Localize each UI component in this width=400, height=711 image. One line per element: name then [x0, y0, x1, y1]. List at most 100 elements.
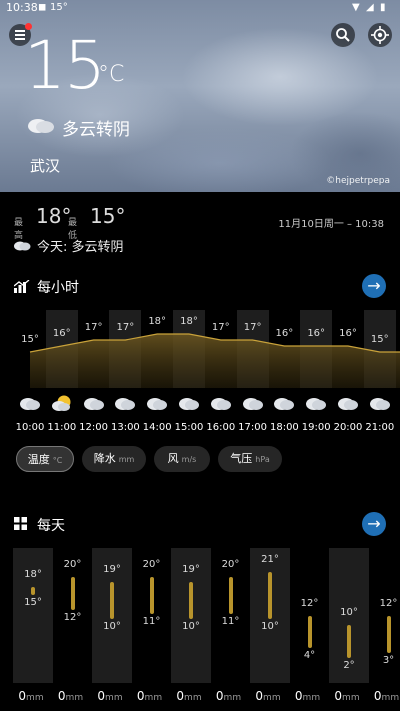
hourly-temperature-chart	[29, 333, 400, 388]
day-low-temp: 4°	[303, 650, 316, 662]
hour-temperature: 16°	[307, 328, 326, 339]
battery-icon: ▮	[380, 2, 386, 13]
precipitation-value: 0	[18, 689, 27, 703]
day-temp-range-bar	[268, 572, 272, 620]
day-temp-range-bar	[110, 581, 114, 620]
hour-time: 14:00	[142, 422, 172, 433]
hour-temperature: 16°	[275, 328, 294, 339]
day-temp-range-bar	[307, 615, 312, 649]
day-precipitation: 0mm	[248, 689, 288, 703]
hour-time: 19:00	[301, 422, 331, 433]
photo-credit[interactable]: ©hejpetrpepa	[326, 176, 390, 186]
cloud-icon	[268, 394, 300, 416]
cloud-icon	[205, 394, 237, 416]
chip-1[interactable]: 降水 mm	[82, 446, 146, 472]
chip-unit: m/s	[181, 455, 197, 464]
date-time: 11月10日周一 – 10:38	[278, 219, 384, 230]
chip-2[interactable]: 风 m/s	[154, 446, 210, 472]
hour-time: 15:00	[174, 422, 204, 433]
hour-time: 12:00	[79, 422, 108, 433]
cloud-icon	[332, 394, 364, 416]
sun-cloud-icon	[46, 394, 78, 416]
day-precipitation: 0mm	[51, 689, 91, 703]
hour-temperature: 15°	[21, 334, 39, 345]
today-summary: 今天: 多云转阴	[37, 240, 124, 255]
hour-temperature: 17°	[211, 322, 230, 333]
search-icon	[336, 28, 350, 42]
precipitation-unit: mm	[184, 693, 202, 703]
precipitation-unit: mm	[381, 693, 400, 703]
precipitation-value: 0	[334, 689, 343, 703]
status-time: 10:38	[6, 1, 38, 14]
notification-icon: ◼	[38, 2, 47, 13]
precipitation-unit: mm	[342, 693, 360, 703]
hour-temperature: 17°	[84, 322, 103, 333]
cloud-icon	[173, 394, 205, 416]
day-precipitation: 0mm	[327, 689, 367, 703]
day-low-temp: 10°	[103, 621, 121, 633]
day-low-temp: 12°	[63, 611, 82, 623]
hour-temperature: 17°	[243, 322, 262, 333]
low-value: 15°	[90, 204, 126, 228]
precipitation-value: 0	[136, 689, 145, 703]
wifi-icon: ▼	[352, 2, 360, 13]
precipitation-value: 0	[294, 689, 303, 703]
hourly-more-button[interactable]: →	[362, 274, 386, 298]
hour-time: 13:00	[110, 422, 140, 433]
hour-temperature: 17°	[116, 322, 135, 333]
city-name[interactable]: 武汉	[30, 155, 60, 176]
current-temperature: 15	[24, 27, 106, 104]
hour-time: 16:00	[206, 422, 236, 433]
hero-background: 10:38 ◼ 15° ▼ ◢ ▮ 15 °C 多云转阴 武汉 ©hejpetr…	[0, 0, 400, 192]
chip-label: 气压	[230, 452, 253, 465]
hour-time: 10:00	[15, 422, 45, 433]
hour-temperature: 16°	[339, 328, 357, 339]
search-button[interactable]	[331, 23, 355, 47]
precipitation-unit: mm	[223, 693, 242, 703]
day-low-temp: 10°	[182, 621, 200, 633]
day-low-temp: 11°	[221, 616, 240, 628]
day-high-temp: 10°	[340, 607, 358, 619]
cloud-icon	[78, 394, 110, 416]
precipitation-value: 0	[215, 689, 224, 703]
day-temp-range-bar	[31, 586, 35, 596]
chart-icon	[14, 280, 30, 293]
chip-label: 温度	[27, 453, 50, 466]
cloud-icon	[141, 394, 173, 416]
hour-time: 18:00	[269, 422, 299, 433]
day-low-temp: 15°	[24, 597, 42, 609]
day-precipitation: 0mm	[130, 689, 170, 703]
cloud-icon	[28, 119, 54, 133]
signal-icon: ◢	[366, 2, 374, 13]
cloud-icon	[14, 241, 31, 251]
day-temp-range-bar	[189, 581, 193, 620]
day-precipitation: 0mm	[367, 689, 400, 703]
day-precipitation: 0mm	[11, 689, 51, 703]
chip-0[interactable]: 温度 °C	[16, 446, 74, 472]
day-temp-range-bar	[347, 625, 351, 658]
hourly-forecast[interactable]: 15° 10:00 16° 11:00 17° 12:00 17° 13:00 18° 14:00…	[0, 300, 400, 440]
day-precipitation: 0mm	[209, 689, 249, 703]
location-target-icon	[371, 26, 389, 44]
grid-icon	[14, 517, 27, 530]
precipitation-value: 0	[373, 689, 382, 703]
day-high-temp: 18°	[24, 568, 42, 580]
high-value: 18°	[36, 204, 72, 228]
day-high-temp: 20°	[63, 558, 82, 570]
day-high-temp: 20°	[142, 558, 161, 570]
precipitation-unit: mm	[302, 693, 321, 703]
location-button[interactable]	[368, 23, 392, 47]
precipitation-unit: mm	[144, 693, 163, 703]
chip-3[interactable]: 气压 hPa	[218, 446, 282, 472]
hourly-title: 每小时	[37, 280, 79, 296]
chip-unit: mm	[118, 455, 135, 464]
precipitation-value: 0	[176, 689, 185, 703]
chip-unit: °C	[52, 456, 63, 465]
precipitation-value: 0	[97, 689, 106, 703]
precipitation-value: 0	[57, 689, 66, 703]
day-high-temp: 12°	[300, 597, 319, 609]
daily-forecast[interactable]: 18° 15° 0mm 20° 12° 0mm 19° 10° 0mm 20° 11° 0mm 19° 1…	[0, 548, 400, 711]
day-precipitation: 0mm	[288, 689, 328, 703]
cloud-icon	[237, 394, 269, 416]
daily-more-button[interactable]: →	[362, 512, 386, 536]
